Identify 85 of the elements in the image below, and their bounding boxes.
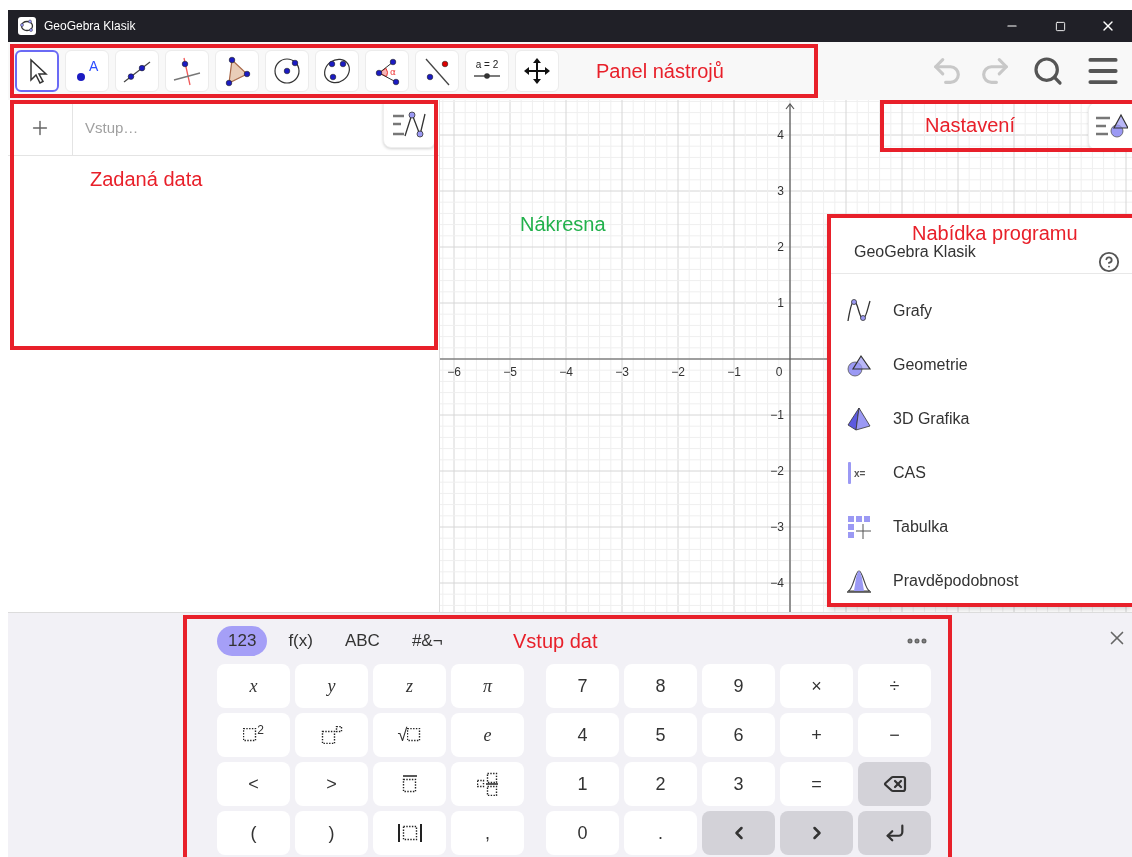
absolute-value-icon [396, 823, 423, 843]
tool-button[interactable]: A [65, 50, 109, 92]
keyboard-tab[interactable]: #&¬ [400, 625, 454, 656]
app-logo-icon [18, 17, 36, 35]
keyboard-key[interactable]: ( [217, 811, 290, 855]
keyboard-key[interactable]: 8 [624, 664, 697, 708]
perpendicular-lines-icon [171, 55, 203, 87]
circle-icon [271, 55, 303, 87]
annotation-label: Vstup dat [513, 630, 598, 653]
axis-label: −4 [559, 365, 573, 379]
keyboard-key[interactable]: − [858, 713, 931, 757]
axis-label: 0 [775, 365, 783, 379]
keyboard-key[interactable]: . [624, 811, 697, 855]
keyboard-key[interactable]: y [295, 664, 368, 708]
keyboard-key[interactable]: , [451, 811, 524, 855]
axis-label: −2 [770, 464, 784, 478]
keyboard-tab[interactable]: ABC [333, 625, 391, 656]
keyboard-key[interactable]: × [780, 664, 853, 708]
help-icon[interactable] [1098, 251, 1120, 273]
annotation-label: Panel nástrojů [596, 60, 724, 83]
annotation-label: Nabídka programu [912, 222, 1078, 245]
keyboard-key[interactable]: √ [373, 713, 446, 757]
keyboard-key[interactable]: = [780, 762, 853, 806]
keyboard-key[interactable]: 2 [217, 713, 290, 757]
axis-label: −6 [447, 365, 461, 379]
keyboard-tab[interactable]: f(x) [277, 625, 324, 656]
placeholder-box-icon [243, 728, 258, 742]
keyboard-key[interactable]: 5 [624, 713, 697, 757]
graph-style-icon [391, 110, 427, 140]
keyboard-key[interactable]: 7 [546, 664, 619, 708]
keyboard-key[interactable]: 9 [702, 664, 775, 708]
axis-label: −1 [727, 365, 741, 379]
perspective-item[interactable]: x= CAS [829, 446, 1132, 500]
tool-button[interactable]: a = 2 [465, 50, 509, 92]
table-icon [845, 513, 873, 541]
keyboard-key[interactable] [858, 762, 931, 806]
settings-button[interactable] [1088, 102, 1132, 150]
keyboard-key[interactable]: z [373, 664, 446, 708]
tool-button[interactable]: α [365, 50, 409, 92]
fraction-box-icon [476, 772, 499, 796]
axis-label: −3 [770, 520, 784, 534]
keyboard-key[interactable]: 0 [546, 811, 619, 855]
perspective-item[interactable]: 3D Grafika [829, 392, 1132, 446]
keyboard-key[interactable]: ) [295, 811, 368, 855]
perspective-item[interactable]: Tabulka [829, 500, 1132, 554]
placeholder-box-icon [407, 728, 422, 742]
axis-label: −3 [615, 365, 629, 379]
keyboard-key[interactable]: + [780, 713, 853, 757]
annotation-label: Zadaná data [90, 168, 203, 191]
tool-button[interactable] [15, 50, 59, 92]
axis-label: −1 [770, 408, 784, 422]
keyboard-key[interactable]: 1 [546, 762, 619, 806]
annotation-label: Nákresna [520, 213, 606, 236]
axis-label: −4 [770, 576, 784, 590]
perspective-item[interactable]: Grafy [829, 284, 1132, 338]
keyboard-key[interactable]: π [451, 664, 524, 708]
keyboard-key[interactable]: 6 [702, 713, 775, 757]
keyboard-key[interactable]: 4 [546, 713, 619, 757]
panel-title: GeoGebra Klasik [854, 243, 977, 261]
input-field[interactable]: Vstup… [73, 100, 383, 155]
keyboard-key[interactable]: > [295, 762, 368, 806]
algebra-style-button[interactable] [383, 102, 435, 148]
keyboard-key[interactable]: 2 [624, 762, 697, 806]
axis-label: 4 [777, 128, 784, 142]
annotation-label: Nastavení [925, 114, 1016, 137]
perspective-item[interactable]: Geometrie [829, 338, 1132, 392]
overline-box-icon [401, 775, 418, 793]
maximize-icon [1054, 20, 1066, 32]
power-box-icon [320, 726, 343, 744]
window-title: GeoGebra Klasik [44, 19, 137, 33]
keyboard-key[interactable]: e [451, 713, 524, 757]
keyboard-key[interactable]: x [217, 664, 290, 708]
keyboard-tab[interactable]: 123 [217, 625, 268, 656]
axis-label: 2 [777, 240, 784, 254]
axis-label: −5 [503, 365, 517, 379]
perspective-item[interactable]: Pravděpodobnost [829, 554, 1132, 608]
keyboard-key[interactable]: 3 [702, 762, 775, 806]
pyramid-icon [845, 405, 873, 433]
axis-label: −2 [671, 365, 685, 379]
keyboard-key[interactable]: ÷ [858, 664, 931, 708]
axis-label: 1 [777, 296, 784, 310]
search-icon [1032, 55, 1064, 87]
axis-label: 3 [777, 184, 784, 198]
keyboard-key[interactable] [373, 811, 446, 855]
keyboard-key[interactable]: < [217, 762, 290, 806]
